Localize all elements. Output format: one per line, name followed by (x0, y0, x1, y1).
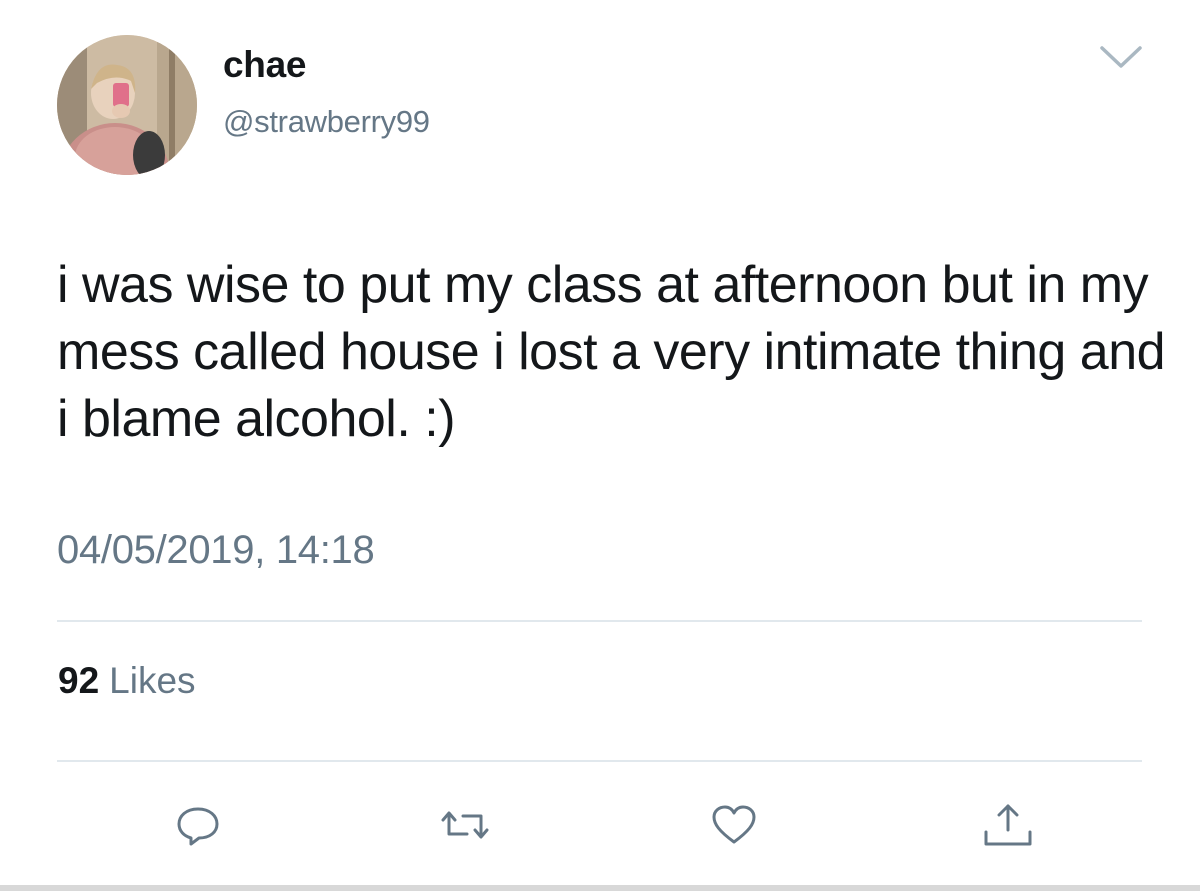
divider (57, 620, 1142, 622)
share-icon (980, 800, 1032, 850)
share-button[interactable] (980, 800, 1032, 850)
bottom-edge (0, 885, 1200, 891)
chevron-down-icon[interactable] (1098, 42, 1144, 72)
like-button[interactable] (709, 800, 759, 850)
user-handle[interactable]: @strawberry99 (223, 104, 430, 140)
reply-icon (173, 800, 223, 850)
likes-stat[interactable]: 92 Likes (58, 660, 196, 702)
avatar[interactable] (57, 35, 197, 175)
divider (57, 760, 1142, 762)
display-name[interactable]: chae (223, 44, 306, 86)
heart-icon (709, 800, 759, 850)
tweet-card: chae @strawberry99 i was wise to put my … (0, 0, 1200, 891)
likes-label: Likes (109, 660, 196, 701)
retweet-icon (437, 800, 489, 850)
tweet-timestamp[interactable]: 04/05/2019, 14:18 (57, 528, 375, 573)
likes-count: 92 (58, 660, 100, 701)
retweet-button[interactable] (437, 800, 489, 850)
tweet-text: i was wise to put my class at afternoon … (57, 256, 1166, 448)
reply-button[interactable] (173, 800, 223, 850)
